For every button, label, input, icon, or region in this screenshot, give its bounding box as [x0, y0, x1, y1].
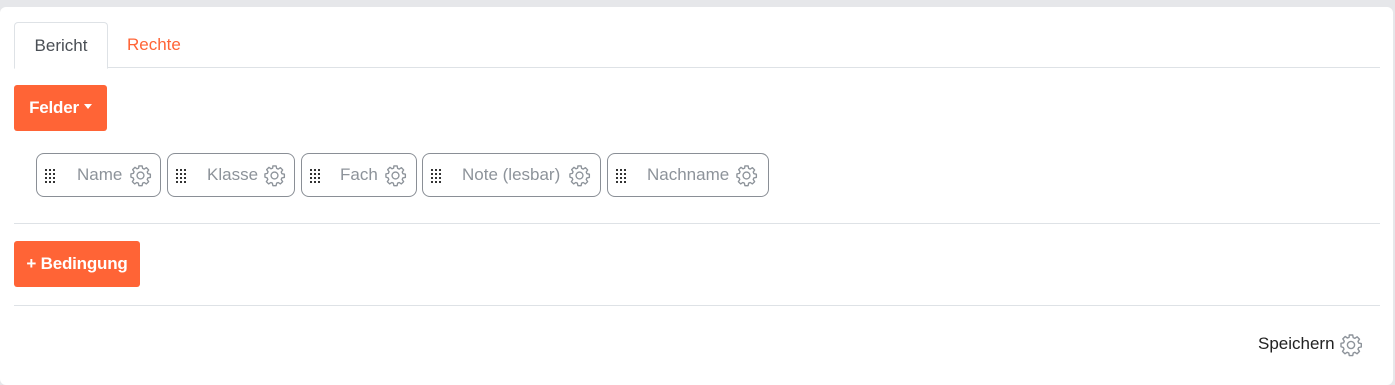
chip-label: Klasse — [207, 165, 259, 184]
section-divider — [14, 223, 1380, 224]
gear-icon[interactable] — [263, 164, 286, 187]
fields-button-label: Felder — [29, 98, 79, 117]
field-chip-nachname[interactable]: Nachname — [607, 153, 769, 197]
tab-rechte[interactable]: Rechte — [127, 22, 181, 68]
grip-icon[interactable] — [616, 169, 626, 183]
grip-icon[interactable] — [176, 169, 186, 183]
chip-label: Note (lesbar) — [462, 165, 561, 184]
field-chip-fach[interactable]: Fach — [301, 153, 417, 197]
caret-down-icon — [83, 104, 92, 110]
chip-label: Fach — [340, 165, 378, 184]
gear-icon[interactable] — [129, 164, 152, 187]
gear-icon[interactable] — [1339, 333, 1363, 357]
report-panel: Bericht Rechte Felder Name Klasse Fach N… — [0, 7, 1393, 385]
add-condition-button[interactable]: + Bedingung — [14, 241, 140, 287]
field-chip-name[interactable]: Name — [36, 153, 161, 197]
grip-icon[interactable] — [45, 169, 55, 183]
gear-icon[interactable] — [568, 164, 591, 187]
gear-icon[interactable] — [735, 164, 758, 187]
tab-bar: Bericht Rechte — [14, 22, 1380, 69]
grip-icon[interactable] — [431, 169, 441, 183]
tab-bericht[interactable]: Bericht — [14, 22, 108, 69]
section-divider — [14, 305, 1380, 306]
chip-label: Nachname — [647, 165, 730, 184]
gear-icon[interactable] — [384, 164, 407, 187]
field-chip-note-lesbar[interactable]: Note (lesbar) — [422, 153, 601, 197]
chip-label: Name — [77, 165, 123, 184]
grip-icon[interactable] — [310, 169, 320, 183]
save-button[interactable]: Speichern — [1258, 333, 1335, 355]
fields-dropdown-button[interactable]: Felder — [14, 85, 107, 131]
field-chip-klasse[interactable]: Klasse — [167, 153, 295, 197]
